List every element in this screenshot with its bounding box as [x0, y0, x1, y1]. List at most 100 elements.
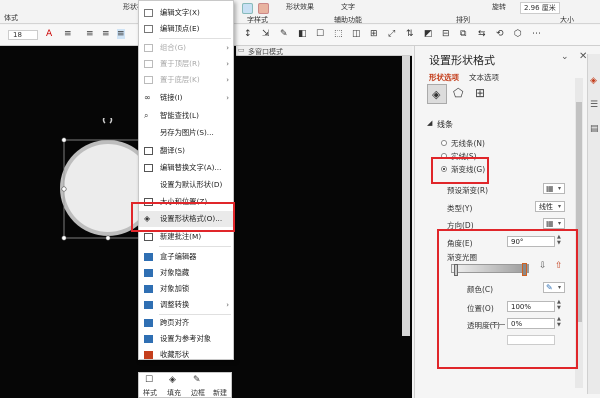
favorite-icon [144, 351, 153, 359]
menu-item-cross-page-align[interactable]: 跨页对齐 [139, 315, 233, 331]
text-button[interactable]: 文字 [341, 2, 355, 12]
preset-gradient-dropdown[interactable]: ▦ ▾ [543, 183, 565, 194]
height-input[interactable]: 2.96 厘米 [520, 2, 560, 14]
resize-handle[interactable] [105, 235, 111, 241]
align-center-icon[interactable]: ≡ [102, 29, 110, 39]
toolbar-icon-i[interactable]: ⤢ [388, 29, 395, 39]
radio-no-line[interactable] [441, 140, 447, 146]
menu-item-send-to-back[interactable]: 置于底层(K) › [139, 72, 233, 88]
section-line-title[interactable]: 线条 [437, 119, 453, 130]
side-toolbar: ◈ ☰ ▤ [587, 54, 600, 394]
toolbar-icon-h[interactable]: ⊞ [370, 29, 378, 39]
menu-item-bring-to-front[interactable]: 置于顶层(R) › [139, 56, 233, 72]
edit-text-icon [144, 9, 153, 17]
box-editor-icon [144, 253, 153, 261]
tab-shape-options[interactable]: 形状选项 [429, 72, 459, 83]
toolbar-icon-o[interactable]: ⟲ [496, 29, 504, 39]
rotate-button[interactable]: 旋转 [492, 2, 506, 12]
aux-group-label: 辅助功能 [334, 16, 362, 24]
section-collapse-icon[interactable]: ◢ [427, 119, 432, 127]
font-size-input[interactable]: 18 [8, 30, 38, 40]
menu-item-box-editor[interactable]: 盒子编辑器 [139, 249, 233, 265]
multi-window-bar: 多窗口模式 ▭ [236, 46, 412, 56]
toolbar-icon-c[interactable]: ✎ [280, 29, 288, 39]
type-dropdown[interactable]: 线性 ▾ [535, 201, 565, 212]
menu-item-set-default-shape[interactable]: 设置为默认形状(D) [139, 177, 233, 193]
canvas-scrollbar[interactable] [402, 56, 410, 336]
multi-window-label[interactable]: 多窗口模式 [248, 47, 283, 57]
side-layout-icon[interactable]: ▤ [590, 124, 599, 134]
toolbar-icon-b[interactable]: ⇲ [262, 29, 270, 39]
submenu-arrow-icon: › [226, 60, 229, 68]
submenu-arrow-icon: › [226, 301, 229, 309]
context-menu: 编辑文字(X) 编辑顶点(E) 组合(G) › 置于顶层(R) › 置于底层(K) ›… [138, 0, 234, 360]
menu-item-favorite-shape[interactable]: 收藏形状 [139, 347, 233, 359]
format-toolbar: 18 A ≡ ≡ ≡ ≡ ↕ ⇲ ✎ ◧ ☐ ⬚ ◫ ⊞ ⤢ ⇅ ◩ ⊟ ⧉ ⇆… [0, 25, 600, 46]
group-icon [144, 44, 153, 52]
type-label: 类型(Y) [447, 204, 473, 213]
side-format-icon[interactable]: ◈ [590, 76, 597, 86]
shape-style-swatch-2[interactable] [258, 3, 269, 14]
resize-handle[interactable] [61, 235, 67, 241]
tab-text-options[interactable]: 文本选项 [469, 72, 499, 83]
radio-no-line-label[interactable]: 无线条(N) [451, 138, 485, 149]
wordart-label: 字样式 [247, 16, 268, 24]
menu-item-translate[interactable]: 翻译(S) [139, 143, 233, 159]
menu-item-adjust-convert[interactable]: 调整转换 › [139, 297, 233, 313]
size-properties-icon[interactable]: ⊞ [475, 86, 485, 100]
shape-style-swatch-1[interactable] [242, 3, 253, 14]
resize-handle[interactable] [61, 186, 67, 192]
toolbar-icon-l[interactable]: ⊟ [442, 29, 450, 39]
collapse-icon[interactable]: ⌄ [561, 52, 569, 62]
type-value: 线性 [539, 203, 553, 211]
align-icon [144, 319, 153, 327]
rotate-handle-icon[interactable] [102, 118, 113, 124]
font-color-icon[interactable]: A [46, 29, 52, 39]
menu-item-edit-text[interactable]: 编辑文字(X) [139, 5, 233, 21]
mini-new-comment-label[interactable]: 新建 [213, 388, 227, 398]
align-justify-icon[interactable]: ≡ [117, 29, 125, 39]
lock-icon [144, 285, 153, 293]
highlight-format-shape [131, 202, 235, 232]
mini-fill-label[interactable]: 填充 [167, 388, 181, 398]
send-back-icon [144, 76, 153, 84]
menu-item-alt-text[interactable]: 编辑替换文字(A)... [139, 160, 233, 176]
outline-icon[interactable]: ✎ [193, 375, 201, 385]
toolbar-icon-j[interactable]: ⇅ [406, 29, 414, 39]
hide-object-icon [144, 269, 153, 277]
toolbar-icon-q[interactable]: ⋯ [532, 29, 541, 39]
toolbar-icon-d[interactable]: ◧ [298, 29, 307, 39]
toolbar-icon-e[interactable]: ☐ [316, 29, 324, 39]
menu-item-link[interactable]: ∞ 链接(I) › [139, 90, 233, 106]
toolbar-icon-f[interactable]: ⬚ [334, 29, 343, 39]
menu-item-set-reference[interactable]: 设置为参考对象 [139, 331, 233, 347]
effects-icon[interactable]: ⬠ [453, 86, 463, 100]
menu-item-smart-lookup[interactable]: ⌕ 智能查找(L) [139, 108, 233, 124]
menu-item-hide-object[interactable]: 对象隐藏 [139, 265, 233, 281]
toolbar-icon-p[interactable]: ⬡ [514, 29, 522, 39]
toolbar-icon-a[interactable]: ↕ [244, 29, 252, 39]
style-icon[interactable]: ☐ [145, 375, 153, 385]
edit-points-icon [144, 25, 153, 33]
align-left-icon[interactable]: ≡ [86, 29, 94, 39]
menu-item-edit-points[interactable]: 编辑顶点(E) [139, 21, 233, 37]
menu-item-save-as-picture[interactable]: 另存为图片(S)... [139, 125, 233, 141]
clear-format-icon[interactable]: ≡ [64, 29, 72, 39]
fill-icon[interactable]: ◈ [169, 375, 176, 385]
toolbar-icon-n[interactable]: ⇆ [478, 29, 486, 39]
side-style-icon[interactable]: ☰ [590, 100, 598, 110]
toolbar-icon-k[interactable]: ◩ [424, 29, 433, 39]
mini-style-label[interactable]: 样式 [143, 388, 157, 398]
menu-item-lock-object[interactable]: 对象加锁 [139, 281, 233, 297]
toolbar-icon-g[interactable]: ◫ [352, 29, 361, 39]
mini-outline-label[interactable]: 边框 [191, 388, 205, 398]
toolbar-icon-m[interactable]: ⧉ [460, 29, 466, 39]
shape-effects-button[interactable]: 形状效果 [286, 2, 314, 12]
direction-dropdown[interactable]: ▦ ▾ [543, 218, 565, 229]
fill-line-icon[interactable]: ◈ [427, 84, 447, 104]
highlight-gradient-settings [437, 229, 578, 369]
window-icon: ▭ [238, 46, 245, 54]
menu-item-group[interactable]: 组合(G) › [139, 40, 233, 56]
resize-handle[interactable] [61, 137, 67, 143]
paint-bucket-icon: ◈ [432, 88, 441, 101]
